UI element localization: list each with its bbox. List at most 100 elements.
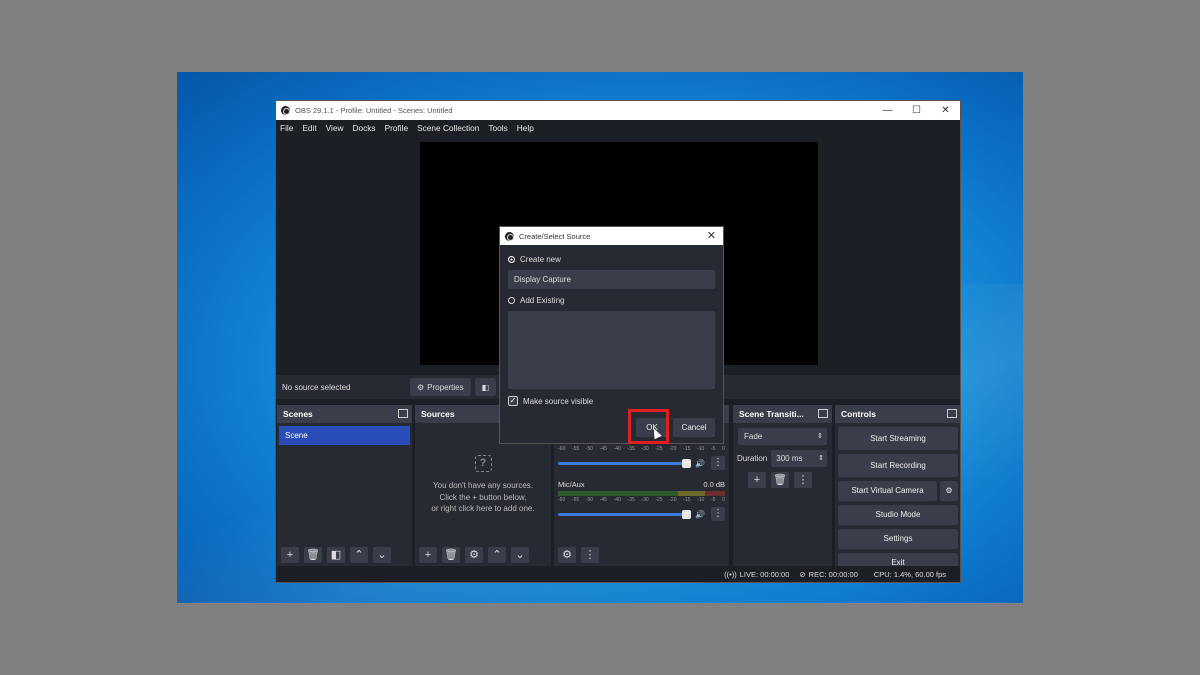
dialog-title: Create/Select Source — [519, 231, 591, 241]
gear-icon: ⚙ — [417, 382, 425, 392]
move-scene-down-button[interactable]: ⌄ — [373, 547, 391, 563]
radio-unselected-icon — [508, 297, 515, 304]
mixer-ticks-1: -60 -55 -50 -45 -40 -35 -30 -25 -20 -15 -10 -5 0 — [558, 446, 725, 452]
cancel-button[interactable]: Cancel — [673, 418, 715, 437]
spinner-icon: ⇕ — [817, 433, 823, 440]
settings-button[interactable]: Settings — [838, 529, 958, 549]
cpu-status: CPU: 1.4%, 60.00 fps — [873, 569, 946, 579]
add-source-button[interactable]: + — [419, 547, 437, 563]
obs-logo-icon — [505, 231, 514, 241]
duration-value: 300 ms — [776, 454, 803, 463]
menu-file[interactable]: File — [280, 123, 293, 133]
no-source-label: No source selected — [282, 382, 351, 392]
rec-icon: ⊘ — [799, 569, 806, 579]
advanced-audio-settings-button[interactable]: ⚙ — [558, 547, 576, 563]
menu-help[interactable]: Help — [517, 123, 534, 133]
properties-label: Properties — [427, 382, 464, 392]
studio-mode-button[interactable]: Studio Mode — [838, 505, 958, 525]
existing-sources-list[interactable] — [508, 311, 715, 389]
checkmark-icon: ✓ — [508, 396, 518, 406]
source-properties-button[interactable]: ⚙ — [465, 547, 483, 563]
menu-docks[interactable]: Docks — [353, 123, 376, 133]
move-source-up-button[interactable]: ⌃ — [488, 547, 506, 563]
undock-icon[interactable] — [818, 409, 828, 418]
duration-input[interactable]: 300 ms ⇕ — [771, 450, 827, 467]
menu-profile[interactable]: Profile — [385, 123, 409, 133]
live-timer: LIVE: 00:00:00 — [739, 569, 790, 579]
live-icon: ((•)) — [724, 569, 737, 579]
spinner-icon: ⇕ — [818, 455, 824, 462]
empty-line-1: You don't have any sources. — [433, 481, 533, 490]
more-options-icon[interactable]: ⋮ — [711, 456, 725, 470]
controls-dock: Controls Start Streaming Start Recording… — [835, 405, 960, 573]
move-scene-up-button[interactable]: ⌃ — [350, 547, 368, 563]
undock-icon[interactable] — [398, 409, 408, 418]
menu-view[interactable]: View — [326, 123, 344, 133]
empty-line-3: or right click here to add one. — [431, 504, 535, 513]
ok-button-highlight — [628, 409, 669, 444]
undock-icon[interactable] — [947, 409, 957, 418]
mic-aux-volume-slider[interactable] — [558, 509, 692, 519]
transitions-header: Scene Transiti... — [733, 405, 832, 423]
menu-tools[interactable]: Tools — [488, 123, 507, 133]
transition-type-select[interactable]: Fade ⇕ — [738, 428, 827, 445]
start-streaming-button[interactable]: Start Streaming — [838, 427, 958, 450]
more-options-icon[interactable]: ⋮ — [711, 507, 725, 521]
virtual-camera-settings-button[interactable]: ⚙ — [940, 481, 958, 501]
title-bar: OBS 29.1.1 - Profile: Untitled - Scenes:… — [276, 101, 960, 120]
duration-label: Duration — [737, 454, 768, 463]
scene-transitions-dock: Scene Transiti... Fade ⇕ Duration 300 ms… — [733, 405, 832, 568]
make-visible-checkbox[interactable]: ✓ Make source visible — [508, 396, 723, 406]
add-existing-label: Add Existing — [520, 296, 565, 305]
add-existing-radio[interactable]: Add Existing — [508, 296, 723, 305]
menu-scene-collection[interactable]: Scene Collection — [417, 123, 479, 133]
filters-button[interactable]: ◧ — [474, 378, 497, 396]
mixer-menu-button[interactable]: ⋮ — [581, 547, 599, 563]
menu-edit[interactable]: Edit — [302, 123, 316, 133]
make-visible-label: Make source visible — [523, 396, 594, 406]
empty-line-2: Click the + button below, — [439, 492, 527, 502]
filters-icon: ◧ — [481, 382, 490, 392]
mic-aux-label: Mic/Aux — [558, 480, 585, 489]
transitions-title: Scene Transiti... — [739, 409, 804, 419]
close-button[interactable]: ✕ — [931, 101, 960, 120]
create-new-label: Create new — [520, 255, 561, 264]
sources-empty-message[interactable]: ? You don't have any sources. Click the … — [415, 455, 551, 515]
add-scene-button[interactable]: + — [281, 547, 299, 563]
source-name-input[interactable]: Display Capture — [508, 270, 715, 289]
maximize-button[interactable]: ☐ — [902, 101, 931, 120]
scene-filters-button[interactable]: ◧ — [327, 547, 345, 563]
speaker-icon[interactable]: 🔊 — [695, 459, 705, 468]
remove-scene-button[interactable]: 🗑 — [304, 547, 322, 563]
scenes-title: Scenes — [283, 409, 313, 419]
scenes-dock-header: Scenes — [277, 405, 412, 423]
obs-logo-icon — [281, 106, 290, 115]
scene-list-item[interactable]: Scene — [279, 426, 410, 445]
controls-title: Controls — [841, 409, 876, 419]
sources-title: Sources — [421, 409, 455, 419]
mixer-ticks-2: -60 -55 -50 -45 -40 -35 -30 -25 -20 -15 -10 -5 0 — [558, 497, 725, 503]
minimize-button[interactable]: — — [873, 101, 902, 120]
start-virtual-camera-button[interactable]: Start Virtual Camera — [838, 481, 937, 501]
dialog-title-bar: Create/Select Source ✕ — [500, 227, 723, 245]
create-new-radio[interactable]: Create new — [508, 255, 723, 264]
dialog-close-icon[interactable]: ✕ — [707, 229, 716, 242]
question-icon: ? — [474, 455, 492, 472]
remove-source-button[interactable]: 🗑 — [442, 547, 460, 563]
status-bar: ((•)) LIVE: 00:00:00 ⊘ REC: 00:00:00 CPU… — [276, 566, 960, 582]
controls-header: Controls — [835, 405, 960, 423]
start-recording-button[interactable]: Start Recording — [838, 454, 958, 477]
move-source-down-button[interactable]: ⌄ — [511, 547, 529, 563]
transition-properties-button[interactable]: ⋮ — [794, 472, 812, 488]
speaker-icon[interactable]: 🔊 — [695, 510, 705, 519]
window-title: OBS 29.1.1 - Profile: Untitled - Scenes:… — [295, 106, 453, 115]
add-transition-button[interactable]: + — [748, 472, 766, 488]
properties-button[interactable]: ⚙ Properties — [410, 378, 471, 396]
create-select-source-dialog: Create/Select Source ✕ Create new Displa… — [499, 226, 724, 444]
remove-transition-button[interactable]: 🗑 — [771, 472, 789, 488]
desktop-audio-volume-slider[interactable] — [558, 458, 692, 468]
menu-bar: File Edit View Docks Profile Scene Colle… — [276, 120, 960, 136]
mic-aux-db: 0.0 dB — [703, 480, 725, 489]
mic-aux-meter — [558, 491, 725, 496]
radio-selected-icon — [508, 256, 515, 263]
